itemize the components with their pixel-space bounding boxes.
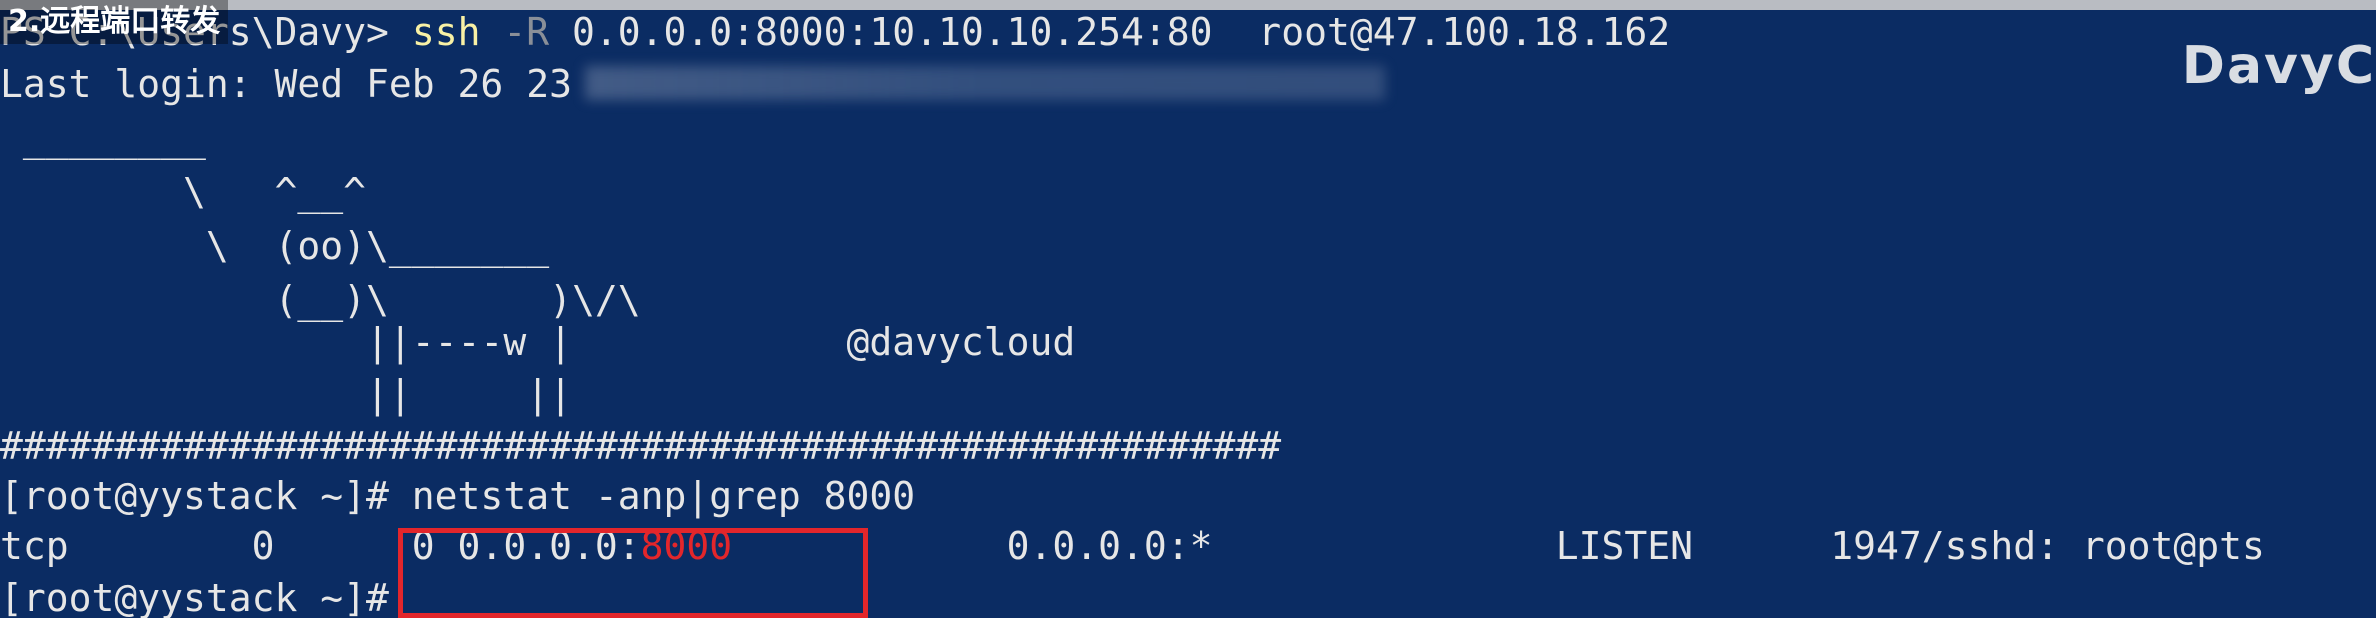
command-args: 0.0.0.0:8000:10.10.10.254:80 root@47.100…	[549, 10, 1671, 54]
ascii-art-line: || ||	[0, 372, 572, 416]
separator-line: ########################################…	[0, 424, 1282, 468]
ssh-command-line: PS C:\Users\Davy> ssh -R 0.0.0.0:8000:10…	[0, 6, 1670, 58]
netstat-result-row: tcp 0 0 0.0.0.0:8000 0.0.0.0:* LISTEN 19…	[0, 520, 2265, 572]
result-text: 0.0.0.0:* LISTEN 1947/sshd: root@pts	[732, 524, 2265, 568]
command-flag: -R	[480, 10, 550, 54]
ascii-art-line: \ (oo)\_______	[0, 224, 550, 268]
highlight-box	[398, 528, 868, 618]
ascii-art-line: \ ^__^	[0, 170, 367, 214]
watermark: DavyC	[2181, 36, 2376, 96]
overlay-title: 2.远程端口转发	[0, 0, 229, 44]
last-login-line: Last login: Wed Feb 26 23	[0, 62, 572, 106]
command-name: ssh	[411, 10, 481, 54]
ascii-art-line: ________	[0, 116, 206, 160]
redacted-text	[585, 66, 1385, 100]
terminal-window[interactable]: PS C:\Users\Davy> ssh -R 0.0.0.0:8000:10…	[0, 0, 2376, 618]
prompt-line[interactable]: [root@yystack ~]#	[0, 572, 389, 618]
netstat-command-line: [root@yystack ~]# netstat -anp|grep 8000	[0, 474, 916, 518]
ascii-art-line: ||----w | @davycloud	[0, 320, 1076, 364]
